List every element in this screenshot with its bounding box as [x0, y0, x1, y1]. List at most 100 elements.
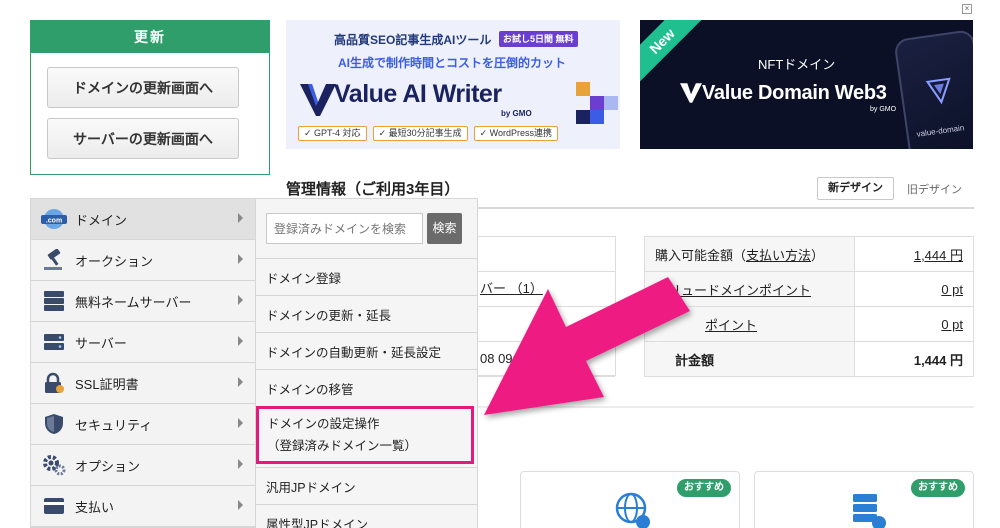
value-domain-points-link[interactable]: バリュードメインポイント [655, 283, 811, 298]
chevron-right-icon [238, 500, 243, 510]
chevron-right-icon [238, 377, 243, 387]
free-trial-badge: お試し5日間 無料 [499, 31, 578, 47]
decor-square-icon [590, 96, 604, 110]
search-button[interactable]: 検索 [427, 213, 462, 244]
menu-label: オークション [75, 253, 154, 269]
table-row [470, 307, 615, 342]
ai-writer-banner[interactable]: 高品質SEO記事生成AIツール お試し5日間 無料 AI生成で制作時間とコストを… [286, 20, 620, 149]
card-icon [41, 493, 67, 519]
svg-text:.com: .com [46, 218, 62, 225]
new-design-button[interactable]: 新デザイン [817, 177, 894, 200]
server-count-link[interactable]: バー （1） [480, 281, 543, 296]
points2-value-link[interactable]: 0 pt [941, 317, 963, 332]
value-v-logo-icon [680, 83, 702, 103]
table-row: 計金額 1,444 円 [644, 341, 974, 377]
web3-by-gmo: by GMO [870, 106, 897, 113]
feature-tags: ✓ GPT-4 対応 ✓ 最短30分記事生成 ✓ WordPress連携 [298, 126, 559, 141]
menu-item-free-nameserver[interactable]: 無料ネームサーバー [31, 281, 255, 322]
balance-table: 購入可能金額（支払い方法） 1,444 円 バリュードメインポイント 0 pt … [644, 236, 974, 377]
table-row[interactable]: バー （1） [470, 272, 615, 307]
submenu-item-attribute-jp[interactable]: 属性型JPドメイン [256, 504, 478, 528]
section-divider [470, 406, 974, 408]
payment-method-link[interactable]: 支払い方法 [746, 248, 811, 263]
page-title: 管理情報（ご利用3年目） [286, 181, 460, 198]
close-banner-icon[interactable]: × [962, 4, 972, 14]
decor-square-icon [576, 82, 590, 96]
submenu-sublabel: （登録済みドメイン一覧） [267, 439, 418, 453]
submenu-item-domain-register[interactable]: ドメイン登録 [256, 258, 478, 295]
feature-tag: ✓ WordPress連携 [473, 126, 559, 141]
recommended-badge: おすすめ [911, 479, 965, 497]
banner-title: Value AI Writer [334, 80, 502, 108]
banner-subtitle: AI生成で制作時間とコストを圧倒的カット [338, 56, 567, 70]
web3-logo-icon [925, 77, 951, 105]
table-row: 08 09:00 [470, 342, 615, 377]
new-ribbon: New [640, 20, 707, 86]
server-stack-icon [41, 288, 67, 314]
table-row: ポイント 0 pt [644, 306, 974, 342]
banner-by-gmo: by GMO [501, 109, 532, 118]
points-value-link[interactable]: 0 pt [941, 282, 963, 297]
table-row: 購入可能金額（支払い方法） 1,444 円 [644, 236, 974, 272]
shield-icon [41, 411, 67, 437]
submenu-item-transfer[interactable]: ドメインの移管 [256, 369, 478, 406]
globe-icon [615, 492, 650, 528]
menu-label: サーバー [75, 335, 127, 351]
server-icon [853, 494, 886, 528]
chevron-right-icon [238, 254, 243, 264]
domain-search-input[interactable] [266, 213, 423, 244]
renewal-heading: 更新 [31, 21, 269, 53]
decor-square-icon [576, 110, 590, 124]
menu-item-server[interactable]: サーバー [31, 322, 255, 363]
submenu-item-domain-renew[interactable]: ドメインの更新・延長 [256, 295, 478, 332]
menu-item-ssl[interactable]: SSL証明書 [31, 363, 255, 404]
recommended-card[interactable]: おすすめ [520, 471, 740, 528]
menu-item-security[interactable]: セキュリティ [31, 404, 255, 445]
gears-icon [41, 452, 67, 478]
gavel-icon [41, 247, 67, 273]
nft-domain-text: NFTドメイン [758, 57, 836, 72]
menu-item-payment[interactable]: 支払い [31, 486, 255, 527]
chevron-right-icon [238, 213, 243, 223]
chevron-right-icon [238, 418, 243, 428]
submenu-item-general-jp[interactable]: 汎用JPドメイン [256, 467, 478, 504]
main-menu: .com ドメイン オークション 無料ネームサーバー サーバー SSL証明書 セ… [30, 198, 256, 528]
banner-top-text: 高品質SEO記事生成AIツール [334, 33, 492, 47]
web3-title: Value Domain Web3 [702, 82, 887, 104]
phone-illustration: value-domain [893, 29, 973, 149]
old-design-link[interactable]: 旧デザイン [907, 181, 962, 197]
chevron-right-icon [238, 459, 243, 469]
menu-label: 無料ネームサーバー [75, 294, 192, 310]
submenu-item-auto-renew[interactable]: ドメインの自動更新・延長設定 [256, 332, 478, 369]
menu-item-domain[interactable]: .com ドメイン [31, 199, 255, 240]
menu-label: オプション [75, 458, 141, 474]
renewal-panel: 更新 ドメインの更新画面へ サーバーの更新画面へ [30, 20, 270, 175]
server-renewal-button[interactable]: サーバーの更新画面へ [47, 118, 239, 159]
menu-label: 支払い [75, 499, 115, 515]
feature-tag: ✓ GPT-4 対応 [298, 126, 367, 141]
server-icon [41, 329, 67, 355]
dotcom-icon: .com [41, 206, 67, 232]
recommended-badge: おすすめ [677, 479, 731, 497]
value-v-logo-icon [300, 84, 336, 116]
table-row: バリュードメインポイント 0 pt [644, 271, 974, 307]
table-row [470, 237, 615, 272]
menu-label: ドメイン [75, 212, 128, 228]
purchasable-amount-link[interactable]: 1,444 円 [914, 248, 963, 263]
submenu-label: ドメインの設定操作 [267, 417, 380, 431]
menu-label: セキュリティ [75, 417, 153, 433]
menu-item-auction[interactable]: オークション [31, 240, 255, 281]
account-summary-table: バー （1） 08 09:00 [470, 236, 616, 377]
lock-icon [41, 370, 67, 396]
decor-square-icon [604, 96, 618, 110]
menu-item-options[interactable]: オプション [31, 445, 255, 486]
domain-renewal-button[interactable]: ドメインの更新画面へ [47, 67, 239, 108]
menu-label: SSL証明書 [75, 376, 139, 392]
decor-square-icon [590, 110, 604, 124]
feature-tag: ✓ 最短30分記事生成 [372, 126, 468, 141]
recommended-card[interactable]: おすすめ [754, 471, 974, 528]
chevron-right-icon [238, 336, 243, 346]
points-link[interactable]: ポイント [705, 318, 757, 333]
submenu-item-domain-settings[interactable]: ドメインの設定操作 （登録済みドメイン一覧） [256, 406, 474, 464]
web3-banner[interactable]: New NFTドメイン Value Domain Web3 by GMO val… [640, 20, 973, 149]
